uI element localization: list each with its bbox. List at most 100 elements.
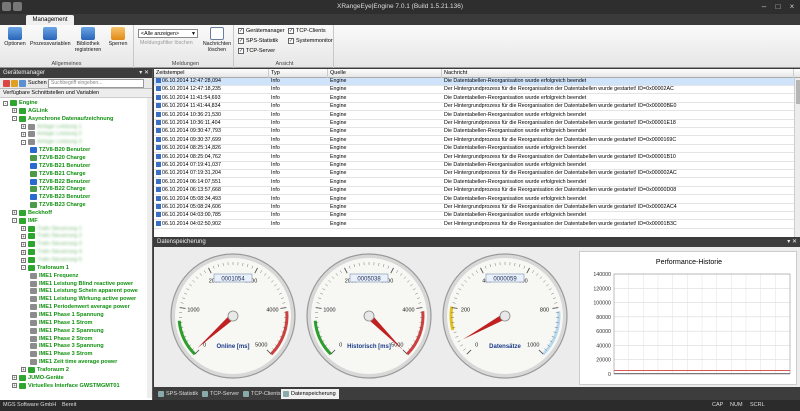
table-row[interactable]: 06.10.2014 08:25:04,762 Info Engine Der Hin…	[154, 154, 794, 162]
table-row[interactable]: 06.10.2014 12:47:18,235 Info Engine Der Hin…	[154, 86, 794, 95]
tree-node[interactable]: TZV8-B21 Benutzer	[30, 162, 90, 170]
tree-node[interactable]: + Trafo Steuerung 5	[21, 256, 82, 264]
table-row[interactable]: 06.10.2014 05:08:34,493 Info Engine Die Dat…	[154, 196, 794, 204]
col-header-source[interactable]: Quelle	[328, 69, 442, 78]
pin-icon[interactable]: ▾ ✕	[139, 69, 149, 78]
tree-node[interactable]: IME1 Leistung Schein apparent powe	[30, 287, 138, 295]
tree-node[interactable]: IME1 Phase 3 Strom	[30, 350, 92, 358]
tree-node[interactable]: TZV8-B21 Charge	[30, 170, 86, 178]
table-row[interactable]: 06.10.2014 11:41:44,834 Info Engine Der Hin…	[154, 103, 794, 112]
col-header-message[interactable]: Nachricht	[442, 69, 794, 78]
tree-node[interactable]: - Anlage Leistung 3	[21, 138, 82, 146]
tree-node[interactable]: TZV8-B22 Charge	[30, 185, 86, 193]
tree-scrollbar[interactable]	[147, 98, 152, 398]
check-tcp-clients[interactable]: ✓ TCP-Clients	[288, 28, 326, 34]
collapse-icon[interactable]: -	[21, 139, 26, 145]
check-sps-statistik[interactable]: ✓ SPS-Statistik	[238, 38, 278, 44]
tree-node[interactable]: IME1 Frequenz	[30, 272, 78, 280]
collapse-icon[interactable]: -	[3, 100, 8, 106]
minimize-icon[interactable]: –	[758, 1, 770, 12]
expand-icon[interactable]: +	[21, 257, 26, 263]
tree-node[interactable]: + Trafo Steuerung 4	[21, 248, 82, 256]
tree-node[interactable]: TZV8-B20 Benutzer	[30, 146, 90, 154]
table-row[interactable]: 06.10.2014 04:03:00,785 Info Engine Die Dat…	[154, 212, 794, 221]
tree-node[interactable]: IME1 Leistung Wirkung active power	[30, 295, 136, 303]
table-row[interactable]: 06.10.2014 06:14:07,551 Info Engine Die Dat…	[154, 179, 794, 187]
tree-node[interactable]: IME1 Phase 2 Strom	[30, 335, 92, 343]
collapse-icon[interactable]: -	[12, 218, 17, 224]
clear-messages-button[interactable]: Nachrichten löschen	[202, 27, 232, 53]
tree-node[interactable]: IME1 Phase 1 Strom	[30, 319, 92, 327]
tree-node[interactable]: TZV8-B23 Benutzer	[30, 193, 90, 201]
tree-node[interactable]: - Engine	[3, 99, 38, 107]
table-row[interactable]: 06.10.2014 07:19:41,037 Info Engine Die Dat…	[154, 162, 794, 171]
expand-icon[interactable]: +	[21, 241, 26, 247]
table-row[interactable]: 06.10.2014 07:19:31,204 Info Engine Der Hin…	[154, 170, 794, 179]
tree-node[interactable]: - IMF	[12, 217, 38, 225]
tree-node[interactable]: TZV8-B20 Charge	[30, 154, 86, 162]
tree-node[interactable]: IME1 Phase 2 Spannung	[30, 327, 104, 335]
col-header-type[interactable]: Typ	[269, 69, 328, 78]
table-row[interactable]: 06.10.2014 09:30:37,699 Info Engine Der Hin…	[154, 137, 794, 145]
tree-node[interactable]: IME1 Leistung Blind reactive power	[30, 280, 133, 288]
check-tcp-server[interactable]: ✓ TCP-Server	[238, 48, 275, 54]
tree-node[interactable]: IME1 Zeit time average power	[30, 358, 117, 366]
collapse-icon[interactable]: -	[12, 116, 17, 122]
message-filter-combo[interactable]: <Alle anzeigen> ▼	[138, 29, 198, 38]
filter-icon[interactable]	[3, 80, 10, 87]
tree-node[interactable]: - Asynchrone Datenaufzeichnung	[12, 115, 113, 123]
table-row[interactable]: 06.10.2014 08:25:14,826 Info Engine Die Dat…	[154, 145, 794, 154]
tree-node[interactable]: - Traforaum 1	[21, 264, 69, 272]
expand-icon[interactable]: +	[21, 249, 26, 255]
collapse-icon[interactable]: -	[21, 265, 26, 271]
table-row[interactable]: 06.10.2014 10:36:21,530 Info Engine Die Dat…	[154, 112, 794, 120]
options-button[interactable]: Optionen	[2, 27, 28, 47]
table-row[interactable]: 06.10.2014 09:30:47,793 Info Engine Die Dat…	[154, 128, 794, 137]
expand-icon[interactable]: +	[12, 108, 17, 114]
tree-node[interactable]: + Traforaum 2	[21, 366, 69, 374]
expand-icon[interactable]: +	[21, 226, 26, 232]
tree-node[interactable]: + Trafo Steuerung 3	[21, 240, 82, 248]
tree-node[interactable]: + Beckhoff	[12, 209, 52, 217]
tree-node[interactable]: IME1 Phase 1 Spannung	[30, 311, 104, 319]
tree-node[interactable]: + Anlage Leistung 1	[21, 123, 82, 131]
search-icon[interactable]	[19, 80, 26, 87]
table-row[interactable]: 06.10.2014 06:13:57,668 Info Engine Der Hin…	[154, 187, 794, 196]
tree-node[interactable]: IME1 Periodenwert average power	[30, 303, 130, 311]
tree-node[interactable]: + AGLink	[12, 107, 48, 115]
table-row[interactable]: 06.10.2014 04:02:50,902 Info Engine Der Hin…	[154, 221, 794, 229]
tree-node[interactable]: TZV8-B23 Charge	[30, 201, 86, 209]
expand-icon[interactable]: +	[21, 233, 26, 239]
expand-icon[interactable]: +	[21, 124, 26, 130]
tab-sps-statistik[interactable]: SPS-Statistik	[156, 389, 201, 399]
close-icon[interactable]: ×	[786, 1, 798, 12]
expand-icon[interactable]: +	[12, 375, 17, 381]
scroll-thumb[interactable]	[796, 80, 800, 104]
tree-node[interactable]: + Trafo Steuerung 2	[21, 232, 82, 240]
expand-icon[interactable]: +	[12, 210, 17, 216]
delete-filter-link[interactable]: Meldungsfilter löschen	[140, 40, 193, 46]
process-variables-button[interactable]: Prozessvariablen	[30, 27, 71, 47]
tree-node[interactable]: + JUMO-Geräte	[12, 374, 64, 382]
table-row[interactable]: 06.10.2014 11:41:54,693 Info Engine Die Dat…	[154, 95, 794, 103]
tab-tcp-clients[interactable]: TCP-Clients	[241, 389, 284, 399]
table-row[interactable]: 06.10.2014 12:47:28,094 Info Engine Die Dat…	[154, 78, 794, 87]
pin-icon[interactable]: ▾ ✕	[787, 238, 797, 247]
lock-button[interactable]: Sperren	[106, 27, 130, 47]
expand-icon[interactable]: +	[12, 383, 17, 389]
tree-node[interactable]: IME1 Phase 3 Spannung	[30, 342, 104, 350]
tab-tcp-server[interactable]: TCP-Server	[200, 389, 242, 399]
search-input[interactable]: Suchbegriff eingeben...	[48, 79, 144, 88]
grid-scrollbar[interactable]	[794, 78, 800, 237]
check-systemmonitor[interactable]: ✓ Systemmonitor	[288, 38, 333, 44]
maximize-icon[interactable]: □	[772, 1, 784, 12]
tree-node[interactable]: + Anlage Leistung 2	[21, 130, 82, 138]
expand-icon[interactable]: +	[21, 131, 26, 137]
tree-node[interactable]: + Trafo Steuerung 1	[21, 225, 82, 233]
check-geraetemanager[interactable]: ✓ Gerätemanager	[238, 28, 285, 34]
col-header-timestamp[interactable]: Zeitstempel	[154, 69, 269, 78]
expand-icon[interactable]: +	[21, 367, 26, 373]
table-row[interactable]: 06.10.2014 05:08:24,606 Info Engine Der Hin…	[154, 204, 794, 213]
tab-management[interactable]: Management	[26, 15, 74, 25]
tree-node[interactable]: + Virtuelles Interface GWSTMGMT01	[12, 382, 120, 390]
